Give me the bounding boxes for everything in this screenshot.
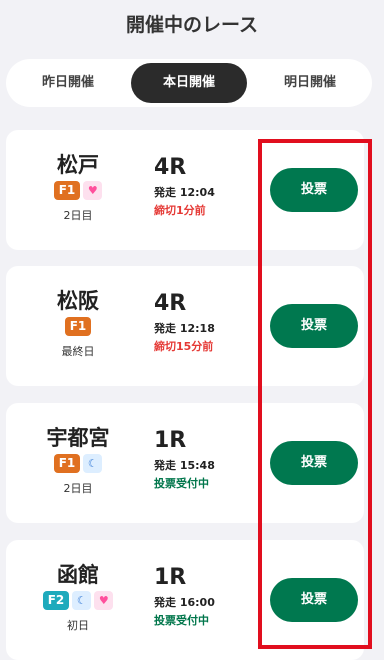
- moon-icon: ☾: [72, 591, 92, 610]
- race-status: 締切15分前: [154, 340, 214, 353]
- race-card: 函館 F2 ☾ ♥ 初日 1R 発走 16:00 投票受付中 投票: [6, 540, 364, 660]
- race-card: 松阪 F1 最終日 4R 発走 12:18 締切15分前 投票: [6, 266, 364, 386]
- start-time: 発走 12:04: [154, 186, 215, 199]
- race-info: 1R 発走 16:00 投票受付中: [154, 564, 264, 628]
- start-time: 発走 16:00: [154, 596, 215, 609]
- day-label: 2日目: [63, 209, 93, 222]
- race-number: 4R: [154, 155, 187, 180]
- race-number: 1R: [154, 565, 187, 590]
- vote-button[interactable]: 投票: [270, 578, 358, 622]
- grade-badge: F2: [42, 591, 70, 610]
- day-tabs: 昨日開催 本日開催 明日開催: [6, 59, 372, 107]
- vote-button[interactable]: 投票: [270, 441, 358, 485]
- venue-info: 松阪 F1 最終日: [28, 288, 128, 359]
- race-status: 投票受付中: [154, 614, 209, 627]
- race-number: 1R: [154, 428, 187, 453]
- badges: F1: [28, 317, 128, 337]
- venue-info: 松戸 F1 ♥ 2日目: [28, 152, 128, 223]
- race-card: 松戸 F1 ♥ 2日目 4R 発走 12:04 締切1分前 投票: [6, 130, 364, 250]
- vote-button[interactable]: 投票: [270, 168, 358, 212]
- page-title: 開催中のレース: [125, 14, 259, 36]
- race-status: 締切1分前: [154, 204, 206, 217]
- start-time: 発走 15:48: [154, 459, 215, 472]
- venue-name: 宇都宮: [46, 426, 110, 450]
- moon-icon: ☾: [83, 454, 103, 473]
- grade-badge: F1: [53, 454, 81, 473]
- tab-tomorrow[interactable]: 明日開催: [252, 63, 368, 103]
- race-info: 4R 発走 12:04 締切1分前: [154, 154, 264, 218]
- badges: F1 ☾: [28, 454, 128, 474]
- venue-name: 松阪: [57, 289, 99, 313]
- heart-icon: ♥: [94, 591, 114, 610]
- race-status: 投票受付中: [154, 477, 209, 490]
- grade-badge: F1: [53, 181, 81, 200]
- tab-yesterday[interactable]: 昨日開催: [10, 63, 126, 103]
- venue-info: 函館 F2 ☾ ♥ 初日: [28, 562, 128, 633]
- vote-button[interactable]: 投票: [270, 304, 358, 348]
- start-time: 発走 12:18: [154, 322, 215, 335]
- badges: F1 ♥: [28, 181, 128, 201]
- day-label: 初日: [67, 619, 89, 632]
- venue-name: 松戸: [57, 153, 99, 177]
- venue-name: 函館: [57, 563, 99, 587]
- day-label: 2日目: [63, 482, 93, 495]
- heart-icon: ♥: [83, 181, 103, 200]
- venue-info: 宇都宮 F1 ☾ 2日目: [28, 425, 128, 496]
- tab-today[interactable]: 本日開催: [131, 63, 247, 103]
- grade-badge: F1: [64, 317, 92, 336]
- day-label: 最終日: [61, 345, 95, 358]
- race-number: 4R: [154, 291, 187, 316]
- race-info: 1R 発走 15:48 投票受付中: [154, 427, 264, 491]
- badges: F2 ☾ ♥: [28, 591, 128, 611]
- race-info: 4R 発走 12:18 締切15分前: [154, 290, 264, 354]
- race-card: 宇都宮 F1 ☾ 2日目 1R 発走 15:48 投票受付中 投票: [6, 403, 364, 523]
